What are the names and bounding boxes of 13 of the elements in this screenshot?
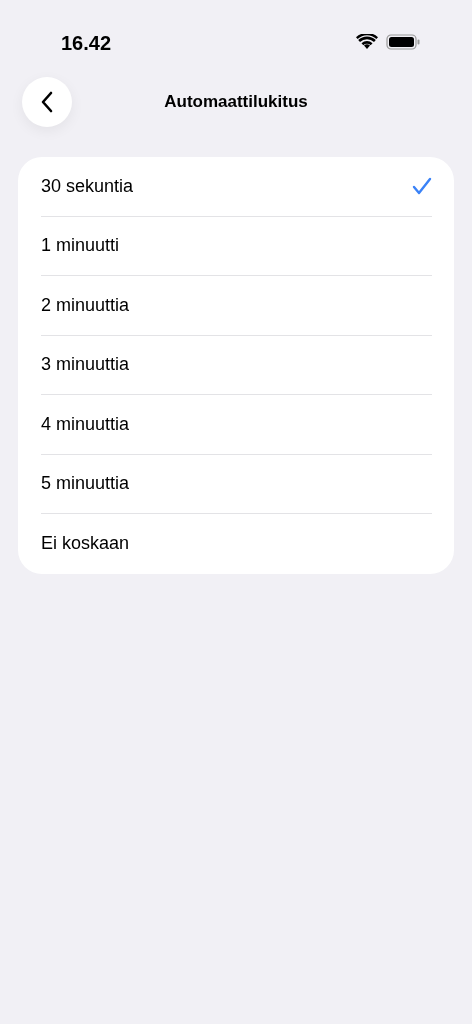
page-title: Automaattilukitus [164, 91, 308, 114]
option-item[interactable]: Ei koskaan [41, 530, 130, 558]
option-item[interactable]: 1 minuutti [41, 232, 120, 260]
battery-icon [386, 34, 420, 50]
option-item[interactable]: 5 minuuttia [41, 470, 130, 498]
back-button[interactable] [22, 77, 72, 127]
option-item[interactable]: 30 sekuntia [41, 172, 134, 200]
status-time: 16.42 [61, 31, 112, 56]
option-item[interactable]: 4 minuuttia [41, 410, 130, 438]
option-item[interactable]: 3 minuuttia [41, 351, 130, 379]
back-icon [40, 91, 54, 113]
wifi-icon [356, 34, 378, 50]
option-item[interactable]: 2 minuuttia [41, 291, 130, 319]
